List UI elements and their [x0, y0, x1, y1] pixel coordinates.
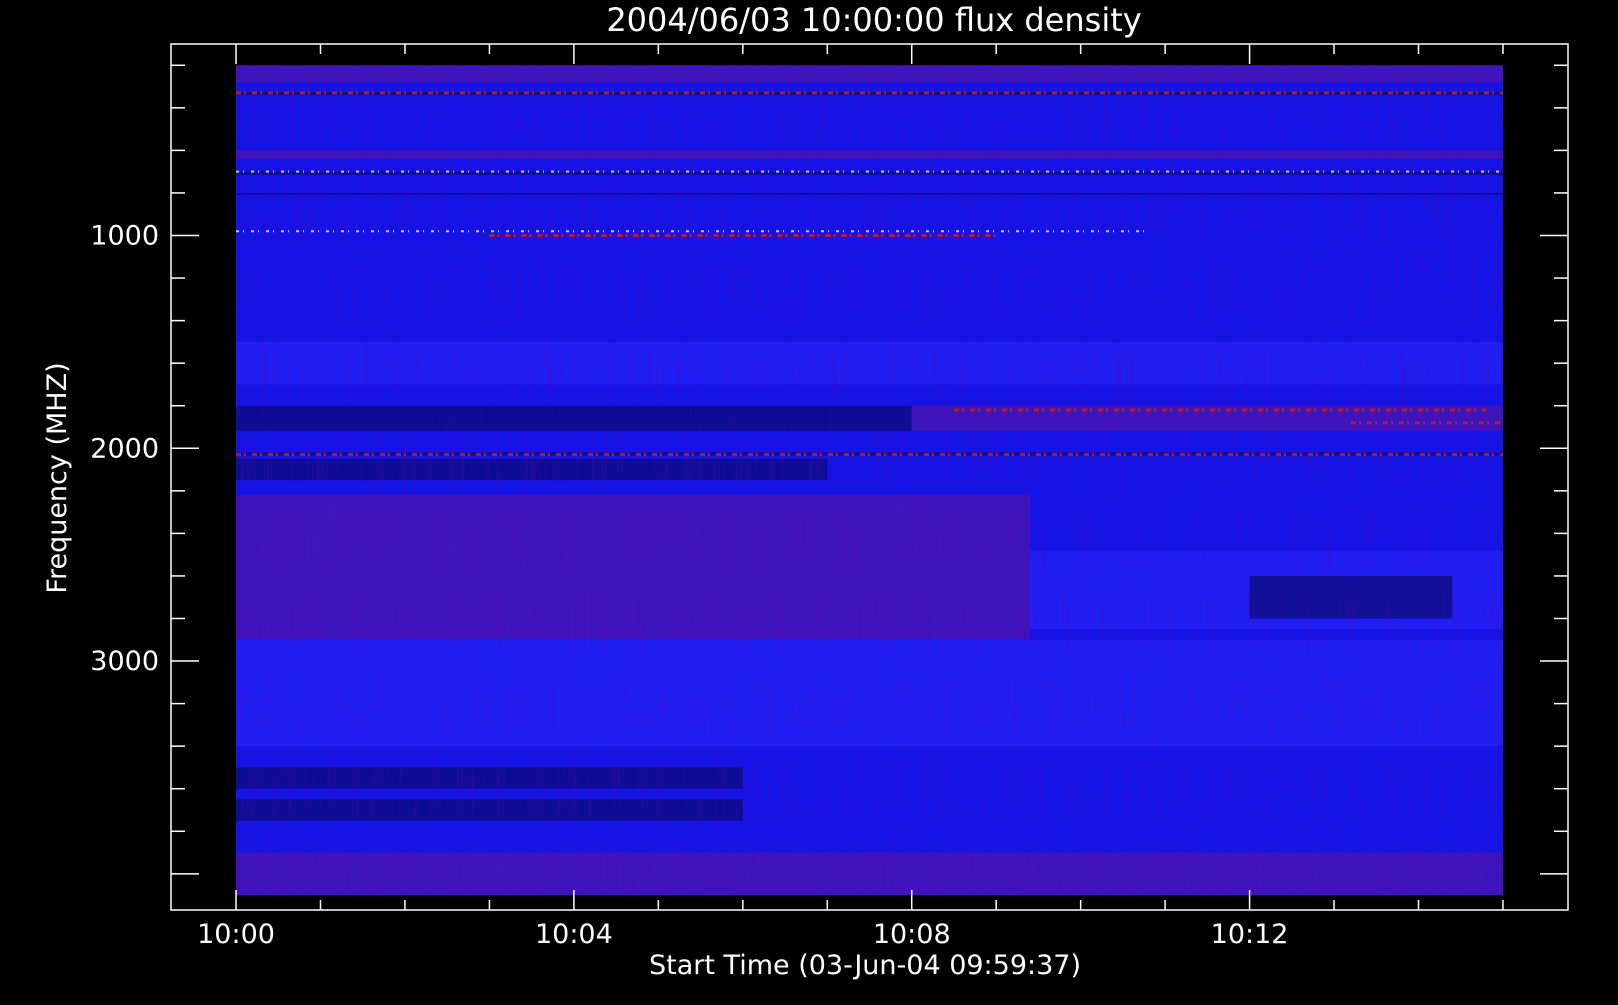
x-tick-label-2: 10:08	[873, 919, 951, 950]
heatmap-texture	[236, 65, 1503, 896]
y-tick-label-1: 2000	[90, 433, 159, 464]
heatmap-area	[236, 65, 1503, 896]
spectrogram-svg: 2004/06/03 10:00:00 flux density 10:00 10…	[42, 1, 1569, 981]
x-tick-label-0: 10:00	[197, 919, 275, 950]
y-axis-label: Frequency (MHZ)	[42, 362, 73, 593]
x-tick-label-1: 10:04	[535, 919, 613, 950]
y-tick-label-0: 1000	[90, 220, 159, 251]
chart-title: 2004/06/03 10:00:00 flux density	[606, 1, 1141, 39]
spectrogram-chart: 2004/06/03 10:00:00 flux density 10:00 10…	[0, 0, 1618, 1000]
y-tick-label-2: 3000	[90, 646, 159, 677]
x-axis-label: Start Time (03-Jun-04 09:59:37)	[649, 950, 1081, 981]
x-tick-label-3: 10:12	[1211, 919, 1289, 950]
